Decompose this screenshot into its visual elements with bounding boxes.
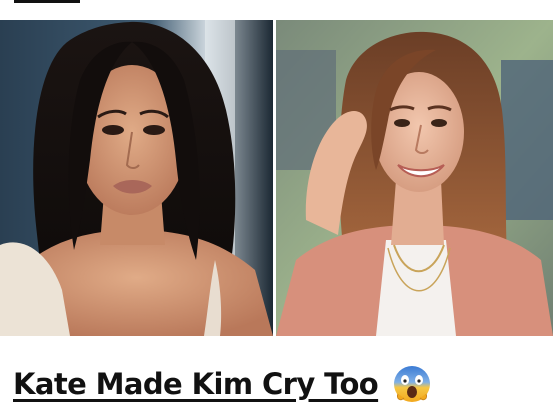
right-portrait-illustration	[276, 20, 553, 336]
left-portrait-image[interactable]	[0, 20, 273, 336]
top-divider	[14, 0, 80, 3]
face-screaming-in-fear-emoji-icon	[392, 364, 432, 404]
photo-comparison	[0, 20, 553, 336]
headline-link[interactable]: Kate Made Kim Cry Too	[13, 367, 379, 401]
right-portrait-image[interactable]	[276, 20, 553, 336]
article-headline[interactable]: Kate Made Kim Cry Too	[13, 362, 543, 406]
left-portrait-illustration	[0, 20, 273, 336]
